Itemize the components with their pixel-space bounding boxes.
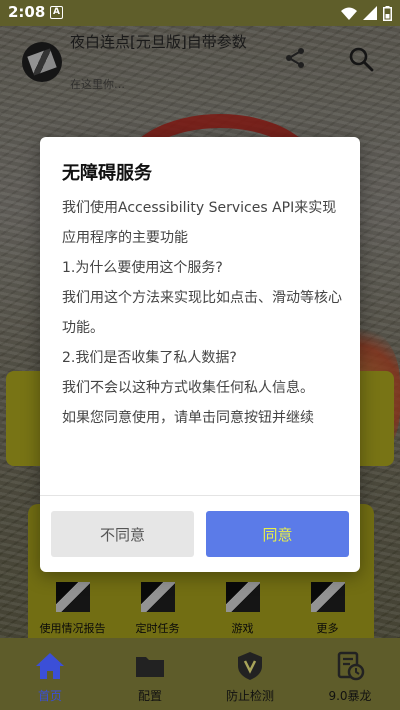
shield-v-icon	[238, 652, 262, 680]
signal-icon	[363, 6, 377, 20]
folder-icon	[136, 657, 164, 677]
nav-item-dinosaur[interactable]: 9.0暴龙	[300, 638, 400, 710]
dialog-divider	[40, 495, 360, 496]
bottom-navigation: 首页 配置 防止检测 9.0暴龙	[0, 638, 400, 710]
nav-item-home[interactable]: 首页	[0, 638, 100, 710]
nav-label-anti-detect: 防止检测	[225, 689, 274, 703]
nav-item-anti-detect[interactable]: 防止检测	[200, 638, 300, 710]
dialog-paragraph: 我们用这个方法来实现比如点击、滑动等核心功能。	[62, 290, 342, 336]
wifi-icon	[341, 7, 357, 20]
dialog-title: 无障碍服务	[62, 163, 152, 184]
dialog-paragraph: 如果您同意使用，请单击同意按钮并继续	[62, 410, 314, 426]
status-icons	[341, 5, 392, 21]
battery-icon	[383, 5, 392, 21]
status-bar: 2:08 A	[0, 0, 400, 26]
dialog-paragraph: 2.我们是否收集了私人数据?	[62, 350, 237, 366]
nav-label-dinosaur: 9.0暴龙	[328, 689, 372, 703]
dialog-body: 我们使用Accessibility Services API来实现应用程序的主要…	[62, 193, 342, 433]
clock-doc-icon	[337, 651, 365, 681]
dialog-paragraph: 我们不会以这种方式收集任何私人信息。	[62, 380, 314, 396]
dialog-paragraph: 1.为什么要使用这个服务?	[62, 260, 223, 276]
home-icon	[36, 653, 64, 679]
disagree-button[interactable]: 不同意	[51, 511, 194, 557]
status-time: 2:08	[8, 3, 46, 21]
accessibility-dialog: 无障碍服务 我们使用Accessibility Services API来实现应…	[40, 137, 360, 572]
nav-item-config[interactable]: 配置	[100, 638, 200, 710]
agree-button[interactable]: 同意	[206, 511, 349, 557]
nav-label-home: 首页	[37, 689, 62, 703]
dialog-paragraph: 我们使用Accessibility Services API来实现应用程序的主要…	[62, 200, 337, 246]
nav-label-config: 配置	[137, 689, 162, 703]
notification-icon: A	[50, 6, 63, 19]
